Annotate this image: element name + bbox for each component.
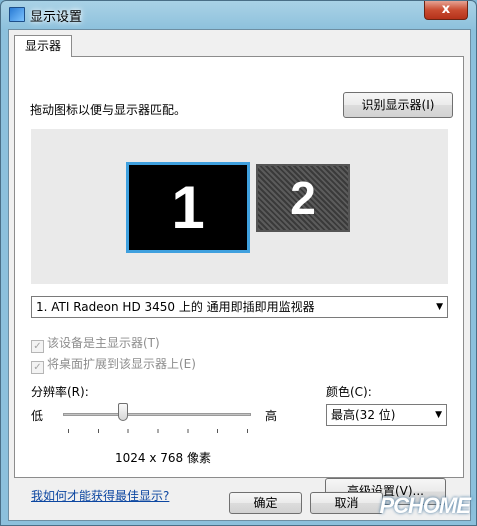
color-select-value: 最高(32 位) xyxy=(331,408,396,422)
slider-high-label: 高 xyxy=(265,409,278,423)
dialog-client-area: 显示器 拖动图标以便与显示器匹配。 识别显示器(I) 1 2 1. ATI Ra… xyxy=(8,29,471,521)
primary-monitor-checkbox[interactable]: ✓ 该设备是主显示器(T) xyxy=(31,334,160,353)
display-settings-window: 显示设置 x 显示器 拖动图标以便与显示器匹配。 识别显示器(I) 1 2 1.… xyxy=(0,0,477,526)
best-display-help-link[interactable]: 我如何才能获得最佳显示? xyxy=(31,487,169,504)
resolution-slider-track[interactable] xyxy=(63,413,251,416)
identify-monitors-button[interactable]: 识别显示器(I) xyxy=(343,92,453,118)
color-select-dropdown[interactable]: 最高(32 位) ▼ xyxy=(326,404,447,426)
extend-desktop-checkbox[interactable]: ✓ 将桌面扩展到该显示器上(E) xyxy=(31,355,196,374)
title-bar[interactable]: 显示设置 x xyxy=(1,1,476,28)
monitor-select-dropdown[interactable]: 1. ATI Radeon HD 3450 上的 通用即插即用监视器 ▼ xyxy=(31,296,448,318)
close-button[interactable]: x xyxy=(424,1,468,20)
checkbox-checked-icon: ✓ xyxy=(31,340,44,353)
dropdown-arrow-icon: ▼ xyxy=(435,410,442,420)
display-settings-icon xyxy=(9,7,25,22)
monitor-1-tile[interactable]: 1 xyxy=(126,162,250,253)
window-title: 显示设置 xyxy=(30,10,83,25)
color-label: 颜色(C): xyxy=(326,385,372,399)
slider-ticks xyxy=(68,429,248,433)
extend-desktop-label: 将桌面扩展到该显示器上(E) xyxy=(47,357,196,371)
cancel-button[interactable]: 取消 xyxy=(310,492,383,514)
slider-low-label: 低 xyxy=(31,409,44,423)
monitor-select-value: 1. ATI Radeon HD 3450 上的 通用即插即用监视器 xyxy=(36,300,315,314)
watermark-logo: PCHOME xyxy=(379,493,471,518)
resolution-label: 分辨率(R): xyxy=(31,385,89,399)
primary-monitor-label: 该设备是主显示器(T) xyxy=(47,336,160,350)
monitor-arrangement-area: 1 2 xyxy=(31,129,448,284)
monitor-tab-panel: 拖动图标以便与显示器匹配。 识别显示器(I) 1 2 1. ATI Radeon… xyxy=(14,56,464,505)
ok-button[interactable]: 确定 xyxy=(229,492,302,514)
monitor-2-tile[interactable]: 2 xyxy=(256,164,350,232)
resolution-slider-thumb[interactable] xyxy=(118,403,129,421)
resolution-value: 1024 x 768 像素 xyxy=(115,451,211,465)
tab-monitor[interactable]: 显示器 xyxy=(14,35,73,57)
dropdown-arrow-icon: ▼ xyxy=(436,302,443,312)
checkbox-checked-icon: ✓ xyxy=(31,361,44,374)
drag-hint-text: 拖动图标以便与显示器匹配。 xyxy=(30,103,187,117)
